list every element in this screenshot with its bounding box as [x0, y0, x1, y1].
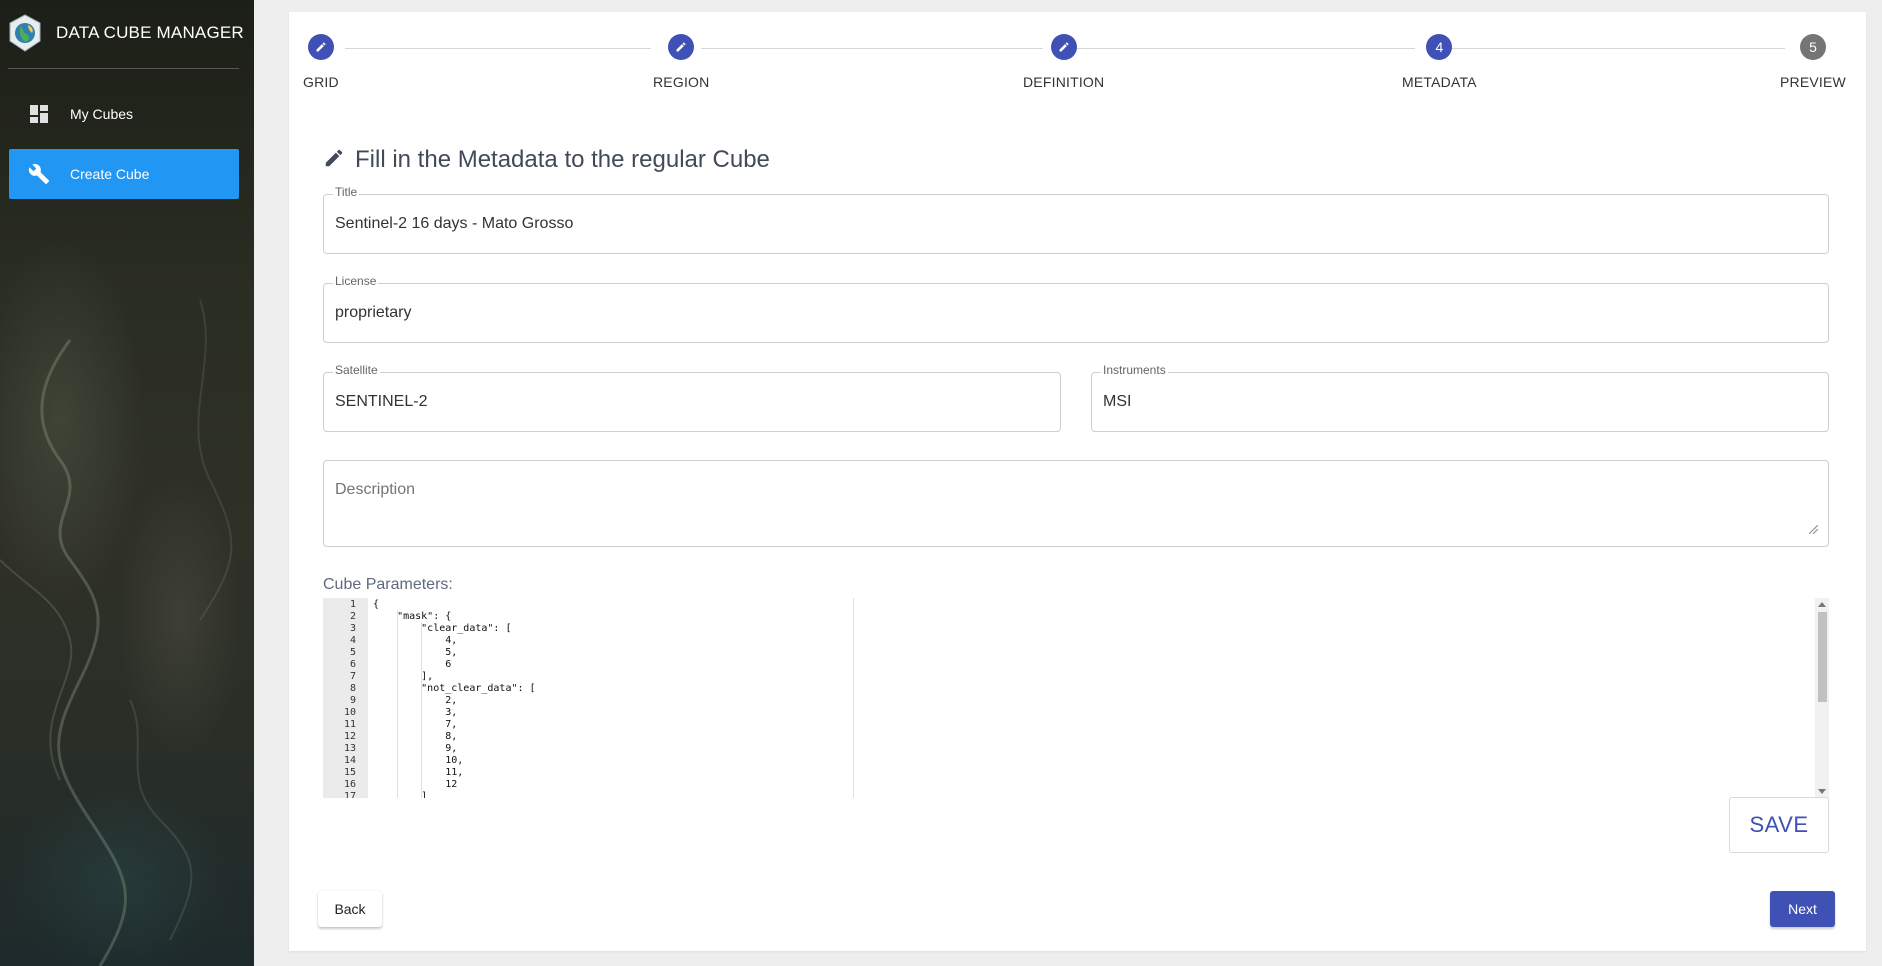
print-margin [853, 598, 854, 798]
code-line: ] [373, 791, 428, 798]
line-number: 4 [349, 635, 356, 646]
editor-scrollbar[interactable] [1815, 598, 1829, 798]
edit-icon [668, 34, 695, 60]
edit-icon [307, 34, 334, 60]
scroll-down-icon[interactable] [1818, 789, 1826, 794]
code-line: 3, [373, 707, 458, 718]
line-number: 10 [343, 707, 356, 718]
code-line: 2, [373, 695, 458, 706]
step-label: PREVIEW [1780, 74, 1846, 90]
brand-divider [8, 68, 239, 69]
step-label: METADATA [1402, 74, 1477, 90]
line-number: 5 [349, 647, 356, 658]
step-number: 4 [1426, 34, 1453, 60]
code-line: "not_clear_data": [ [373, 683, 536, 694]
step-number: 5 [1799, 34, 1826, 60]
instruments-field: Instruments [1091, 363, 1829, 432]
form-heading: Fill in the Metadata to the regular Cube [323, 146, 770, 174]
title-input[interactable] [335, 195, 1817, 253]
code-line: 10, [373, 755, 464, 766]
sidebar-item-create-cube[interactable]: Create Cube [9, 149, 239, 199]
code-line: 9, [373, 743, 458, 754]
line-number: 2 [349, 611, 356, 622]
line-number: 12 [343, 731, 356, 742]
line-number: 6 [349, 659, 356, 670]
sidebar-item-label: My Cubes [70, 106, 134, 122]
code-line: 5, [373, 647, 458, 658]
dashboard-icon [28, 103, 50, 125]
page-title: Fill in the Metadata to the regular Cube [355, 146, 770, 173]
description-field [323, 460, 1829, 547]
code-line: ], [373, 671, 434, 682]
edit-icon [1050, 34, 1077, 60]
code-line: 4, [373, 635, 458, 646]
line-number: 14 [343, 755, 356, 766]
line-number: 3 [349, 623, 356, 634]
scrollbar-thumb[interactable] [1818, 612, 1827, 702]
json-code-editor[interactable]: 1 2 3 4 5 6 7 8 9 10 11 12 13 14 15 16 17 { "mask": { "c… [323, 598, 1829, 798]
line-number: 13 [343, 743, 356, 754]
code-line: "mask": { [373, 611, 452, 622]
sidebar-background-map [0, 299, 233, 966]
wrench-icon [28, 163, 50, 185]
description-textarea[interactable] [335, 461, 1817, 541]
sidebar-item-my-cubes[interactable]: My Cubes [9, 89, 239, 139]
step-label: DEFINITION [1023, 74, 1105, 90]
license-input[interactable] [335, 284, 1817, 342]
satellite-field: Satellite [323, 363, 1061, 432]
line-number: 17 [343, 791, 356, 798]
step-region[interactable]: REGION [653, 34, 709, 90]
globe-shield-icon [8, 14, 42, 52]
resize-handle-icon[interactable] [1809, 525, 1818, 534]
satellite-input[interactable] [335, 373, 1049, 431]
code-line: "clear_data": [ [373, 623, 512, 634]
back-button[interactable]: Back [318, 891, 382, 927]
code-line: 7, [373, 719, 458, 730]
line-number: 15 [343, 767, 356, 778]
line-number: 7 [349, 671, 356, 682]
step-connector [701, 48, 1043, 49]
sidebar-item-label: Create Cube [70, 166, 150, 182]
code-line: { [373, 599, 380, 610]
next-button[interactable]: Next [1770, 891, 1835, 927]
step-connector [345, 48, 651, 49]
main-card: GRID REGION DEFINITION 4 METADATA 5 PREV… [289, 12, 1866, 951]
line-number-gutter: 1 2 3 4 5 6 7 8 9 10 11 12 13 14 15 16 17 [323, 598, 368, 798]
code-line: 12 [373, 779, 458, 790]
instruments-input[interactable] [1103, 373, 1817, 431]
line-number: 1 [349, 599, 356, 610]
pencil-icon [323, 147, 345, 174]
step-grid[interactable]: GRID [303, 34, 339, 90]
line-number: 11 [343, 719, 356, 730]
stepper: GRID REGION DEFINITION 4 METADATA 5 PREV… [289, 12, 1866, 112]
step-label: REGION [653, 74, 710, 90]
step-connector [1449, 48, 1785, 49]
step-definition[interactable]: DEFINITION [1023, 34, 1104, 90]
scroll-up-icon[interactable] [1818, 602, 1826, 607]
line-number: 8 [349, 683, 356, 694]
brand-name: DATA CUBE MANAGER [56, 23, 244, 42]
license-field: License [323, 274, 1829, 343]
code-line: 6 [373, 659, 452, 670]
step-metadata[interactable]: 4 METADATA [1402, 34, 1477, 90]
cube-parameters-label: Cube Parameters: [323, 576, 453, 593]
step-preview[interactable]: 5 PREVIEW [1780, 34, 1846, 90]
brand[interactable]: DATA CUBE MANAGER [8, 14, 244, 52]
save-button[interactable]: SAVE [1729, 797, 1829, 853]
code-line: 11, [373, 767, 464, 778]
line-number: 16 [343, 779, 356, 790]
sidebar: DATA CUBE MANAGER My Cubes Create Cube [0, 0, 254, 966]
title-field: Title [323, 185, 1829, 254]
code-line: 8, [373, 731, 458, 742]
step-connector [1069, 48, 1415, 49]
line-number: 9 [349, 695, 356, 706]
step-label: GRID [303, 74, 339, 90]
